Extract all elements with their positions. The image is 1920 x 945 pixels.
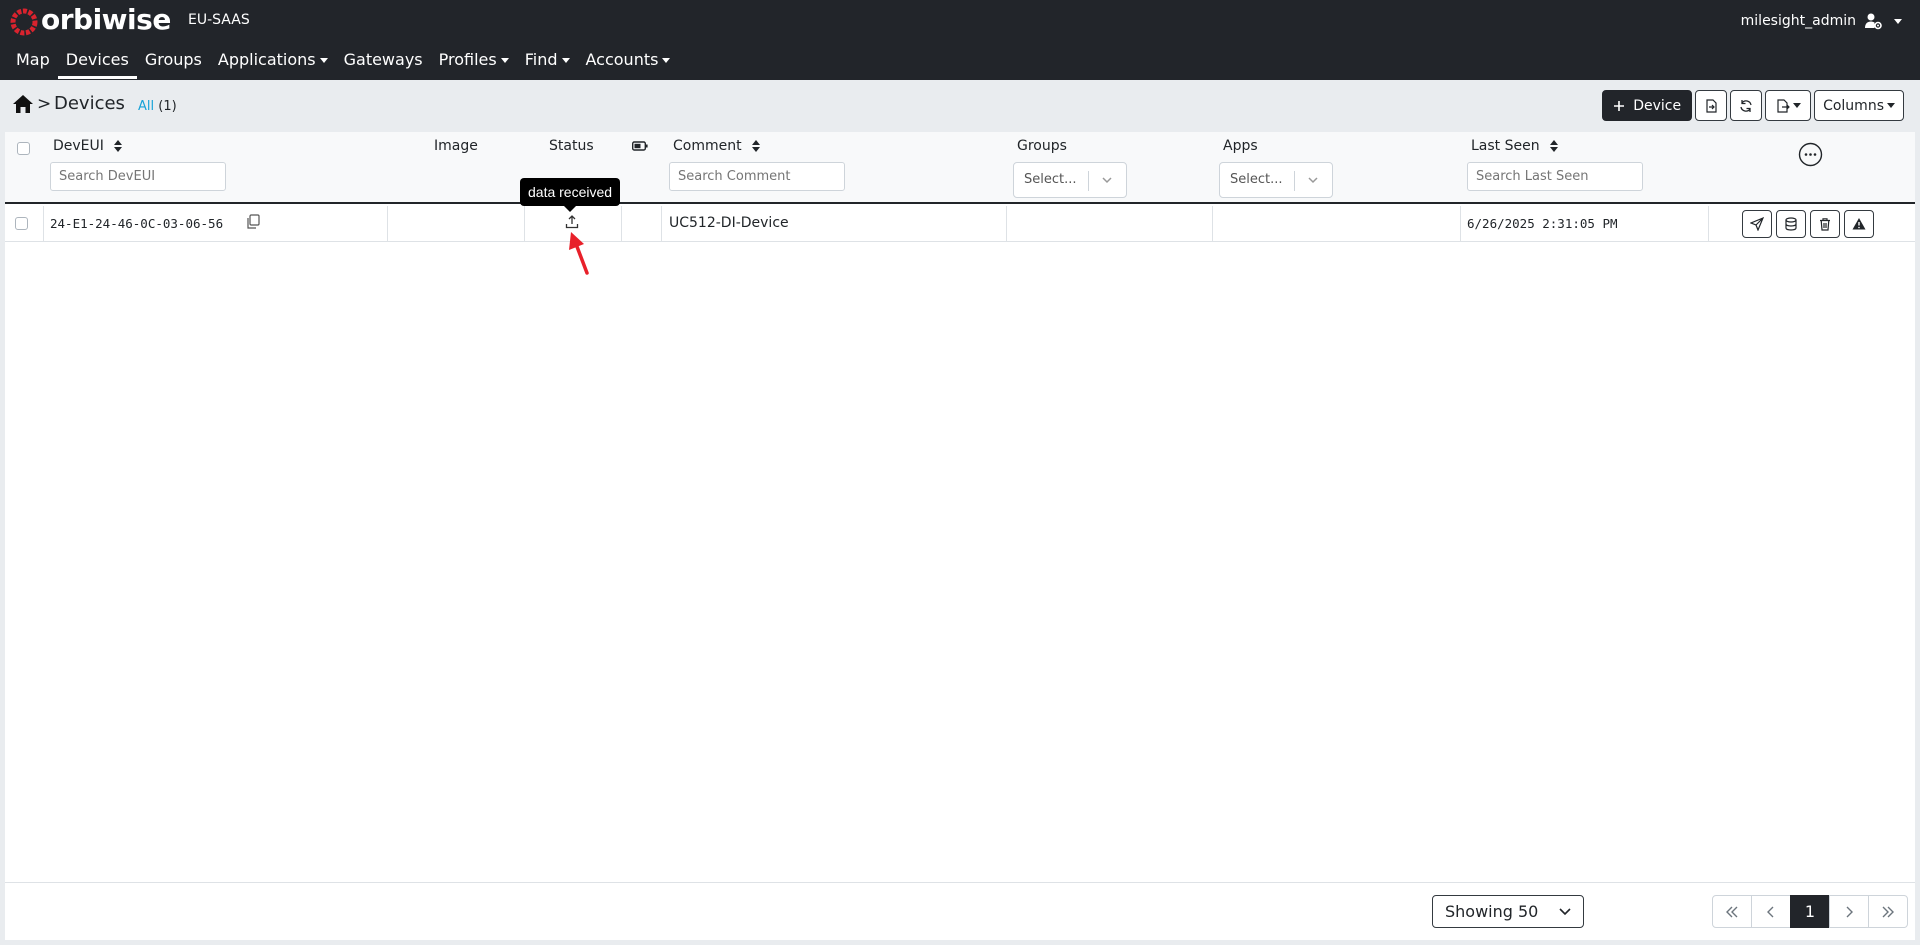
- chevron-down-icon: [1308, 177, 1318, 184]
- filter-all-link[interactable]: All: [138, 99, 154, 114]
- copy-icon[interactable]: [246, 214, 260, 230]
- previous-page-button[interactable]: [1751, 895, 1791, 928]
- double-chevron-left-icon: [1726, 906, 1738, 917]
- brand-name: orbiwise: [41, 3, 171, 36]
- file-export-icon: [1776, 98, 1790, 113]
- file-import-icon: [1706, 98, 1717, 113]
- top-navbar: orbiwise EU-SAAS milesight_admin Map Dev…: [0, 0, 1920, 80]
- table-row[interactable]: 24-E1-24-46-0C-03-06-56 UC512-DI-Device …: [5, 206, 1915, 242]
- refresh-button[interactable]: [1730, 90, 1763, 121]
- nav-accounts[interactable]: Accounts: [578, 49, 679, 73]
- chevron-down-icon: [561, 58, 570, 63]
- nav-gateways[interactable]: Gateways: [336, 49, 431, 73]
- nav-profiles[interactable]: Profiles: [431, 49, 517, 73]
- deveui-search-input[interactable]: [50, 162, 226, 191]
- tenant-label: EU-SAAS: [188, 12, 250, 28]
- device-count-filter[interactable]: All (1): [138, 99, 177, 114]
- page-size-select[interactable]: Showing 50: [1432, 895, 1584, 928]
- nav-devices[interactable]: Devices: [57, 49, 137, 79]
- groups-filter-select[interactable]: Select...: [1013, 162, 1127, 198]
- plus-icon: [1614, 100, 1625, 111]
- status-tooltip: data received: [520, 178, 621, 212]
- view-data-button[interactable]: [1776, 210, 1806, 238]
- more-options-icon[interactable]: [1798, 142, 1823, 167]
- column-header-groups: Groups: [1017, 138, 1067, 154]
- table-header: DevEUI Image Status Comment Groups Selec…: [5, 132, 1915, 204]
- database-icon: [1785, 217, 1797, 231]
- alarm-button[interactable]: [1844, 210, 1874, 238]
- chevron-left-icon: [1767, 906, 1774, 917]
- chevron-down-icon: [1894, 18, 1902, 24]
- send-icon: [1750, 217, 1764, 231]
- annotation-arrow-icon: [569, 232, 589, 275]
- last-page-button[interactable]: [1868, 895, 1908, 928]
- next-page-button[interactable]: [1829, 895, 1869, 928]
- refresh-icon: [1740, 99, 1752, 112]
- column-header-comment[interactable]: Comment: [673, 138, 760, 154]
- nav-applications[interactable]: Applications: [210, 49, 336, 73]
- warning-icon: [1852, 218, 1866, 230]
- sort-icon: [1549, 140, 1558, 152]
- first-page-button[interactable]: [1712, 895, 1752, 928]
- main-nav: Map Devices Groups Applications Gateways…: [8, 49, 679, 79]
- chevron-down-icon: [319, 58, 328, 63]
- send-downlink-button[interactable]: [1742, 210, 1772, 238]
- page-title: Devices: [54, 93, 125, 114]
- column-header-status: Status: [549, 138, 594, 154]
- brand[interactable]: orbiwise: [8, 3, 171, 37]
- columns-button[interactable]: Columns: [1814, 90, 1904, 121]
- orbiwise-logo-icon: [10, 8, 38, 36]
- nav-find[interactable]: Find: [517, 49, 578, 73]
- row-comment[interactable]: UC512-DI-Device: [669, 215, 789, 231]
- chevron-down-icon: [1792, 103, 1801, 108]
- toolbar: Device Columns: [1602, 90, 1904, 121]
- column-header-apps: Apps: [1223, 138, 1258, 154]
- page-header: > Devices All (1) Device Columns: [0, 80, 1920, 130]
- device-count: (1): [158, 99, 177, 114]
- comment-search-input[interactable]: [669, 162, 845, 191]
- table-footer: Showing 50 1: [5, 883, 1915, 940]
- pagination: 1: [1712, 895, 1908, 928]
- chevron-down-icon: [662, 58, 671, 63]
- nav-groups[interactable]: Groups: [137, 49, 210, 73]
- page-1-button[interactable]: 1: [1790, 895, 1830, 928]
- row-last-seen: 6/26/2025 2:31:05 PM: [1467, 216, 1618, 231]
- nav-map[interactable]: Map: [8, 49, 58, 73]
- chevron-right-icon: [1846, 906, 1853, 917]
- home-icon[interactable]: [12, 94, 34, 114]
- chevron-down-icon: [1102, 177, 1112, 184]
- select-all-checkbox[interactable]: [17, 142, 30, 155]
- chevron-down-icon: [1887, 103, 1895, 108]
- username: milesight_admin: [1740, 13, 1856, 29]
- delete-device-button[interactable]: [1810, 210, 1840, 238]
- breadcrumb-separator: >: [37, 94, 52, 114]
- user-menu[interactable]: milesight_admin: [1741, 12, 1902, 30]
- row-select-checkbox[interactable]: [15, 217, 28, 230]
- add-device-button[interactable]: Device: [1602, 90, 1693, 121]
- apps-filter-select[interactable]: Select...: [1219, 162, 1333, 198]
- battery-icon: [632, 141, 648, 151]
- column-header-image: Image: [434, 138, 478, 154]
- chevron-down-icon: [1559, 908, 1571, 916]
- devices-table-card: DevEUI Image Status Comment Groups Selec…: [5, 132, 1915, 883]
- last-seen-search-input[interactable]: [1467, 162, 1643, 191]
- column-header-deveui[interactable]: DevEUI: [53, 138, 122, 154]
- sort-icon: [751, 140, 760, 152]
- import-button[interactable]: [1695, 90, 1728, 121]
- user-admin-icon: [1865, 13, 1882, 30]
- export-button[interactable]: [1765, 90, 1812, 121]
- double-chevron-right-icon: [1882, 906, 1894, 917]
- trash-icon: [1820, 218, 1830, 231]
- column-header-last-seen[interactable]: Last Seen: [1471, 138, 1558, 154]
- row-deveui[interactable]: 24-E1-24-46-0C-03-06-56: [50, 216, 223, 231]
- sort-icon: [113, 140, 122, 152]
- chevron-down-icon: [500, 58, 509, 63]
